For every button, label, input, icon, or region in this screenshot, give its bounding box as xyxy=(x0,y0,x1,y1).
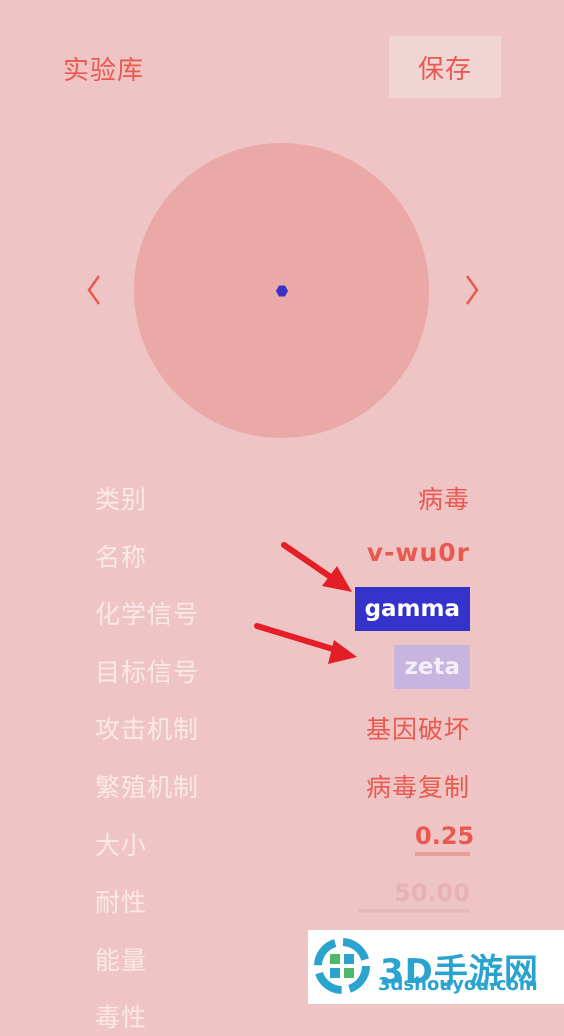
property-label: 能量 xyxy=(95,946,148,975)
durability-slider-value[interactable]: 50.00 xyxy=(358,879,470,913)
category-value[interactable]: 病毒 xyxy=(418,480,470,516)
property-label: 繁殖机制 xyxy=(95,773,200,802)
property-row-attack-mechanism: 攻击机制 基因破坏 xyxy=(95,702,470,748)
property-label: 攻击机制 xyxy=(95,715,200,744)
property-row-size: 大小 0.25 xyxy=(95,818,474,864)
save-button[interactable]: 保存 xyxy=(389,36,501,98)
property-label: 毒性 xyxy=(95,1003,148,1032)
target-signal-chip[interactable]: zeta xyxy=(394,645,470,689)
property-row-target-signal: 目标信号 zeta xyxy=(95,645,470,691)
property-row-chemical-signal: 化学信号 gamma xyxy=(95,587,470,633)
name-value[interactable]: v-wu0r xyxy=(367,538,470,567)
property-label: 大小 xyxy=(95,831,148,860)
specimen-hexagon-icon xyxy=(276,285,288,297)
size-slider-value[interactable]: 0.25 xyxy=(415,822,474,856)
watermark-url: 3dshouyou.com xyxy=(378,974,538,995)
reproduction-value[interactable]: 病毒复制 xyxy=(366,768,470,804)
property-label: 耐性 xyxy=(95,888,148,917)
chevron-right-icon[interactable] xyxy=(460,270,484,310)
attack-mechanism-value[interactable]: 基因破坏 xyxy=(366,710,470,746)
property-row-category: 类别 病毒 xyxy=(95,472,470,518)
property-label: 化学信号 xyxy=(95,600,200,629)
property-label: 名称 xyxy=(95,543,148,572)
property-row-durability: 耐性 50.00 xyxy=(95,875,470,921)
watermark-logo-icon xyxy=(314,938,370,994)
page-title[interactable]: 实验库 xyxy=(63,50,144,87)
property-row-name: 名称 v-wu0r xyxy=(95,530,470,576)
property-label: 类别 xyxy=(95,485,148,514)
chevron-left-icon[interactable] xyxy=(82,270,106,310)
property-label: 目标信号 xyxy=(95,658,200,687)
property-row-reproduction: 繁殖机制 病毒复制 xyxy=(95,760,470,806)
chemical-signal-chip[interactable]: gamma xyxy=(354,587,470,631)
